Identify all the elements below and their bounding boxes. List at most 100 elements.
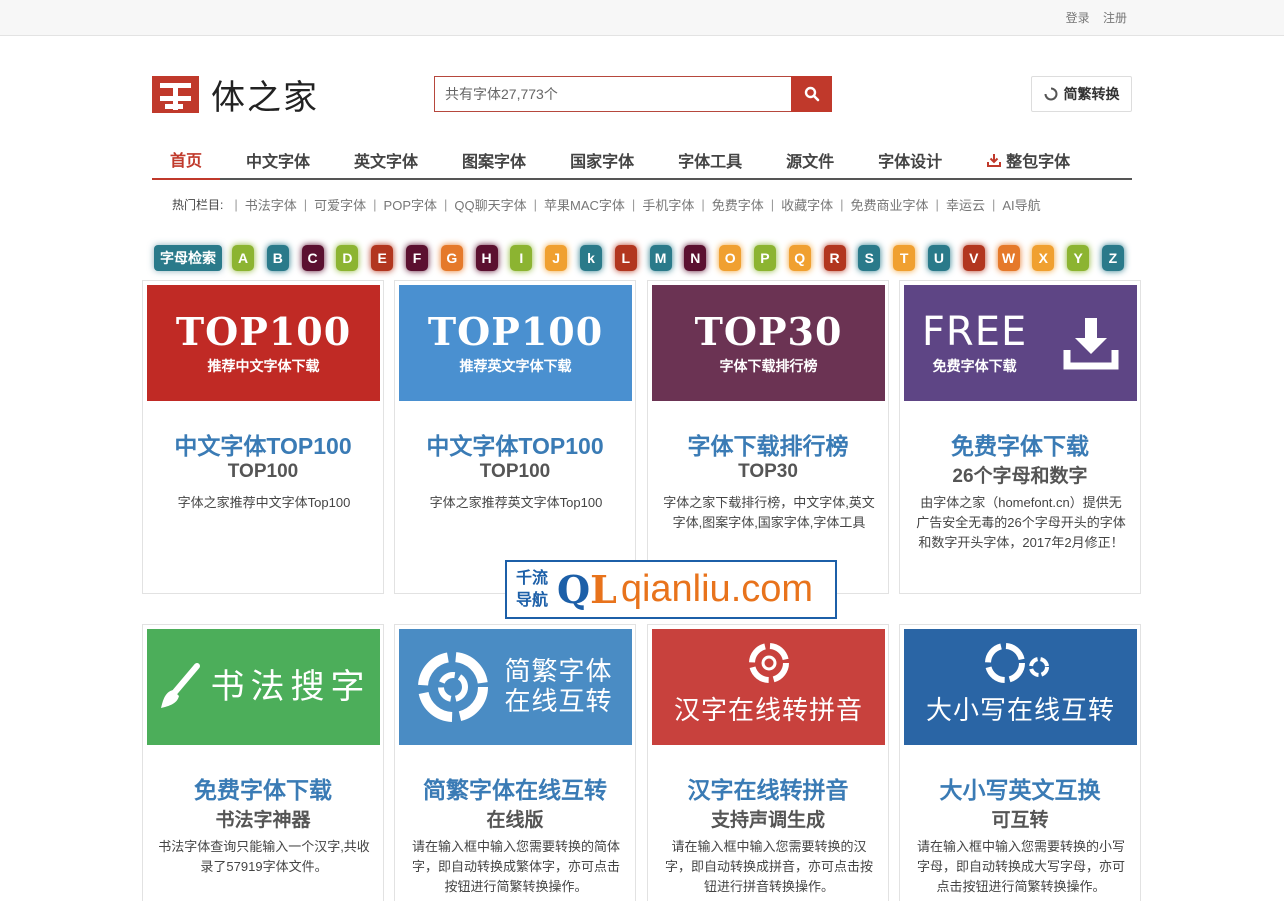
card-banner[interactable]: 汉字在线转拼音 [652,629,885,745]
letter-button[interactable]: O [719,245,742,271]
letter-button[interactable]: k [579,245,602,271]
letter-button[interactable]: G [440,245,463,271]
letter-button[interactable]: R [823,245,846,271]
hot-link[interactable]: 书法字体 [245,195,297,214]
letter-button[interactable]: E [371,245,394,271]
banner-headline: TOP100 [427,309,604,354]
banner-caption: 免费字体下载 [932,358,1017,374]
nav-item-font-packs-label: 整包字体 [1006,153,1071,171]
banner-headline: 简繁字体 在线互转 [504,657,613,717]
letter-button[interactable]: Q [788,245,811,271]
letter-button[interactable]: V [962,245,985,271]
card-banner[interactable]: 书法搜字 [147,629,380,745]
card-case-convert: 大小写在线互转 大小写英文互换 可互转 请在输入框中输入您需要转换的小写字母，即… [899,624,1141,901]
card-title[interactable]: 中文字体TOP100 [143,427,383,461]
letter-button[interactable]: A [232,245,254,271]
card-title[interactable]: 字体下载排行榜 [648,427,888,461]
letter-button[interactable]: D [336,245,359,271]
nav-item-chinese-fonts[interactable]: 中文字体 [228,141,328,178]
hot-link[interactable]: 免费商业字体 [851,195,929,214]
refresh-icon [1044,87,1057,101]
letter-button[interactable]: Y [1067,245,1090,271]
watermark-ql: Q L [557,567,617,612]
login-link[interactable]: 登录 [1066,11,1090,25]
banner-headline: 书法搜字 [210,667,371,707]
card-title[interactable]: 免费字体下载 [143,771,383,805]
search-input[interactable] [434,76,791,112]
letter-button[interactable]: H [475,245,498,271]
card-calligraphy-search: 书法搜字 免费字体下载 书法字神器 书法字体查询只能输入一个汉字,共收录了579… [142,624,384,901]
letter-button[interactable]: I [510,245,533,271]
card-description: 字体之家推荐中文字体Top100 [177,495,351,510]
hot-link[interactable]: QQ聊天字体 [454,195,526,214]
nav-item-home[interactable]: 首页 [152,141,221,180]
hot-link[interactable]: 免费字体 [712,195,764,214]
hot-link[interactable]: POP字体 [384,195,437,214]
card-banner[interactable]: TOP100 推荐英文字体下载 [399,285,632,401]
letter-button[interactable]: T [893,245,916,271]
card-description: 由字体之家（homefont.cn）提供无广告安全无毒的26个字母开头的字体和数… [916,495,1126,550]
nav-item-source-files[interactable]: 源文件 [768,141,852,178]
main-nav: 首页 中文字体 英文字体 图案字体 国家字体 字体工具 源文件 字体设计 整包字… [152,141,1132,180]
card-banner[interactable]: TOP30 字体下载排行榜 [652,285,885,401]
letter-button[interactable]: L [614,245,637,271]
nav-item-font-tools[interactable]: 字体工具 [660,141,760,178]
letter-button[interactable]: X [1032,245,1055,271]
card-description: 请在输入框中输入您需要转换的小写字母，即自动转换成大写字母，亦可点击按钮进行简繁… [916,839,1125,894]
download-icon [987,153,1002,167]
banner-headline: TOP100 [175,309,352,354]
hot-link[interactable]: 手机字体 [642,195,694,214]
card-subtitle: TOP100 [227,461,299,482]
letter-button[interactable]: J [545,245,568,271]
card-title[interactable]: 免费字体下载 [900,427,1140,461]
card-banner[interactable]: TOP100 推荐中文字体下载 [147,285,380,401]
search-button[interactable] [791,76,832,112]
letter-button[interactable]: W [997,245,1020,271]
card-description: 请在输入框中输入您需要转换的汉字，即自动转换成拼音，亦可点击按钮进行拼音转换操作… [664,839,873,894]
card-title[interactable]: 汉字在线转拼音 [648,771,888,805]
logo-mark-icon [152,75,199,113]
letter-button[interactable]: S [858,245,881,271]
card-description: 请在输入框中输入您需要转换的简体字，即自动转换成繁体字，亦可点击按钮进行简繁转换… [411,839,620,894]
hot-link[interactable]: 收藏字体 [781,195,833,214]
letter-button[interactable]: F [405,245,428,271]
hot-link[interactable]: 苹果MAC字体 [544,195,625,214]
letter-button[interactable]: Z [1101,245,1124,271]
hot-link[interactable]: 幸运云 [946,195,985,214]
convert-circle-icon [748,643,789,683]
card-subtitle: 可互转 [991,810,1049,831]
nav-item-font-design[interactable]: 字体设计 [860,141,960,178]
letter-button[interactable]: B [266,245,289,271]
letter-button[interactable]: C [301,245,324,271]
card-title[interactable]: 简繁字体在线互转 [395,771,635,805]
search-bar [434,76,832,112]
convert-button[interactable]: 简繁转换 [1031,76,1132,112]
nav-item-english-fonts[interactable]: 英文字体 [336,141,436,178]
card-pinyin: 汉字在线转拼音 汉字在线转拼音 支持声调生成 请在输入框中输入您需要转换的汉字，… [647,624,889,901]
letter-button[interactable]: P [753,245,776,271]
hot-link[interactable]: AI导航 [1002,195,1040,214]
nav-item-country-fonts[interactable]: 国家字体 [552,141,652,178]
card-subtitle: TOP100 [479,461,551,482]
card-banner[interactable]: FREE 免费字体下载 [904,285,1137,401]
site-logo[interactable]: 体之家 [152,75,319,118]
card-title[interactable]: 大小写英文互换 [900,771,1140,805]
register-link[interactable]: 注册 [1103,11,1127,25]
card-free-fonts: FREE 免费字体下载 免费字体下载 26个字母和数字 由字体之家（homefo… [899,280,1141,594]
letter-button[interactable]: N [684,245,707,271]
hot-link[interactable]: 可爱字体 [314,195,366,214]
brush-icon [160,663,200,708]
card-subtitle: 支持声调生成 [710,810,825,831]
letter-button[interactable]: U [927,245,950,271]
logo-text: 体之家 [211,77,319,118]
nav-item-pattern-fonts[interactable]: 图案字体 [444,141,544,178]
card-banner[interactable]: 简繁字体 在线互转 [399,629,632,745]
letter-index-label: 字母检索 [154,245,222,271]
card-title[interactable]: 中文字体TOP100 [395,427,635,461]
card-banner[interactable]: 大小写在线互转 [904,629,1137,745]
card-top30: TOP30 字体下载排行榜 字体下载排行榜 TOP30 字体之家下载排行榜，中文… [647,280,889,594]
nav-item-font-packs[interactable]: 整包字体 [968,141,1088,178]
letter-button[interactable]: M [649,245,672,271]
hot-columns: 热门栏目: | 书法字体 | 可爱字体 | POP字体 | QQ聊天字体 | 苹果MAC… [172,195,1041,214]
banner-caption: 字体下载排行榜 [719,358,818,374]
